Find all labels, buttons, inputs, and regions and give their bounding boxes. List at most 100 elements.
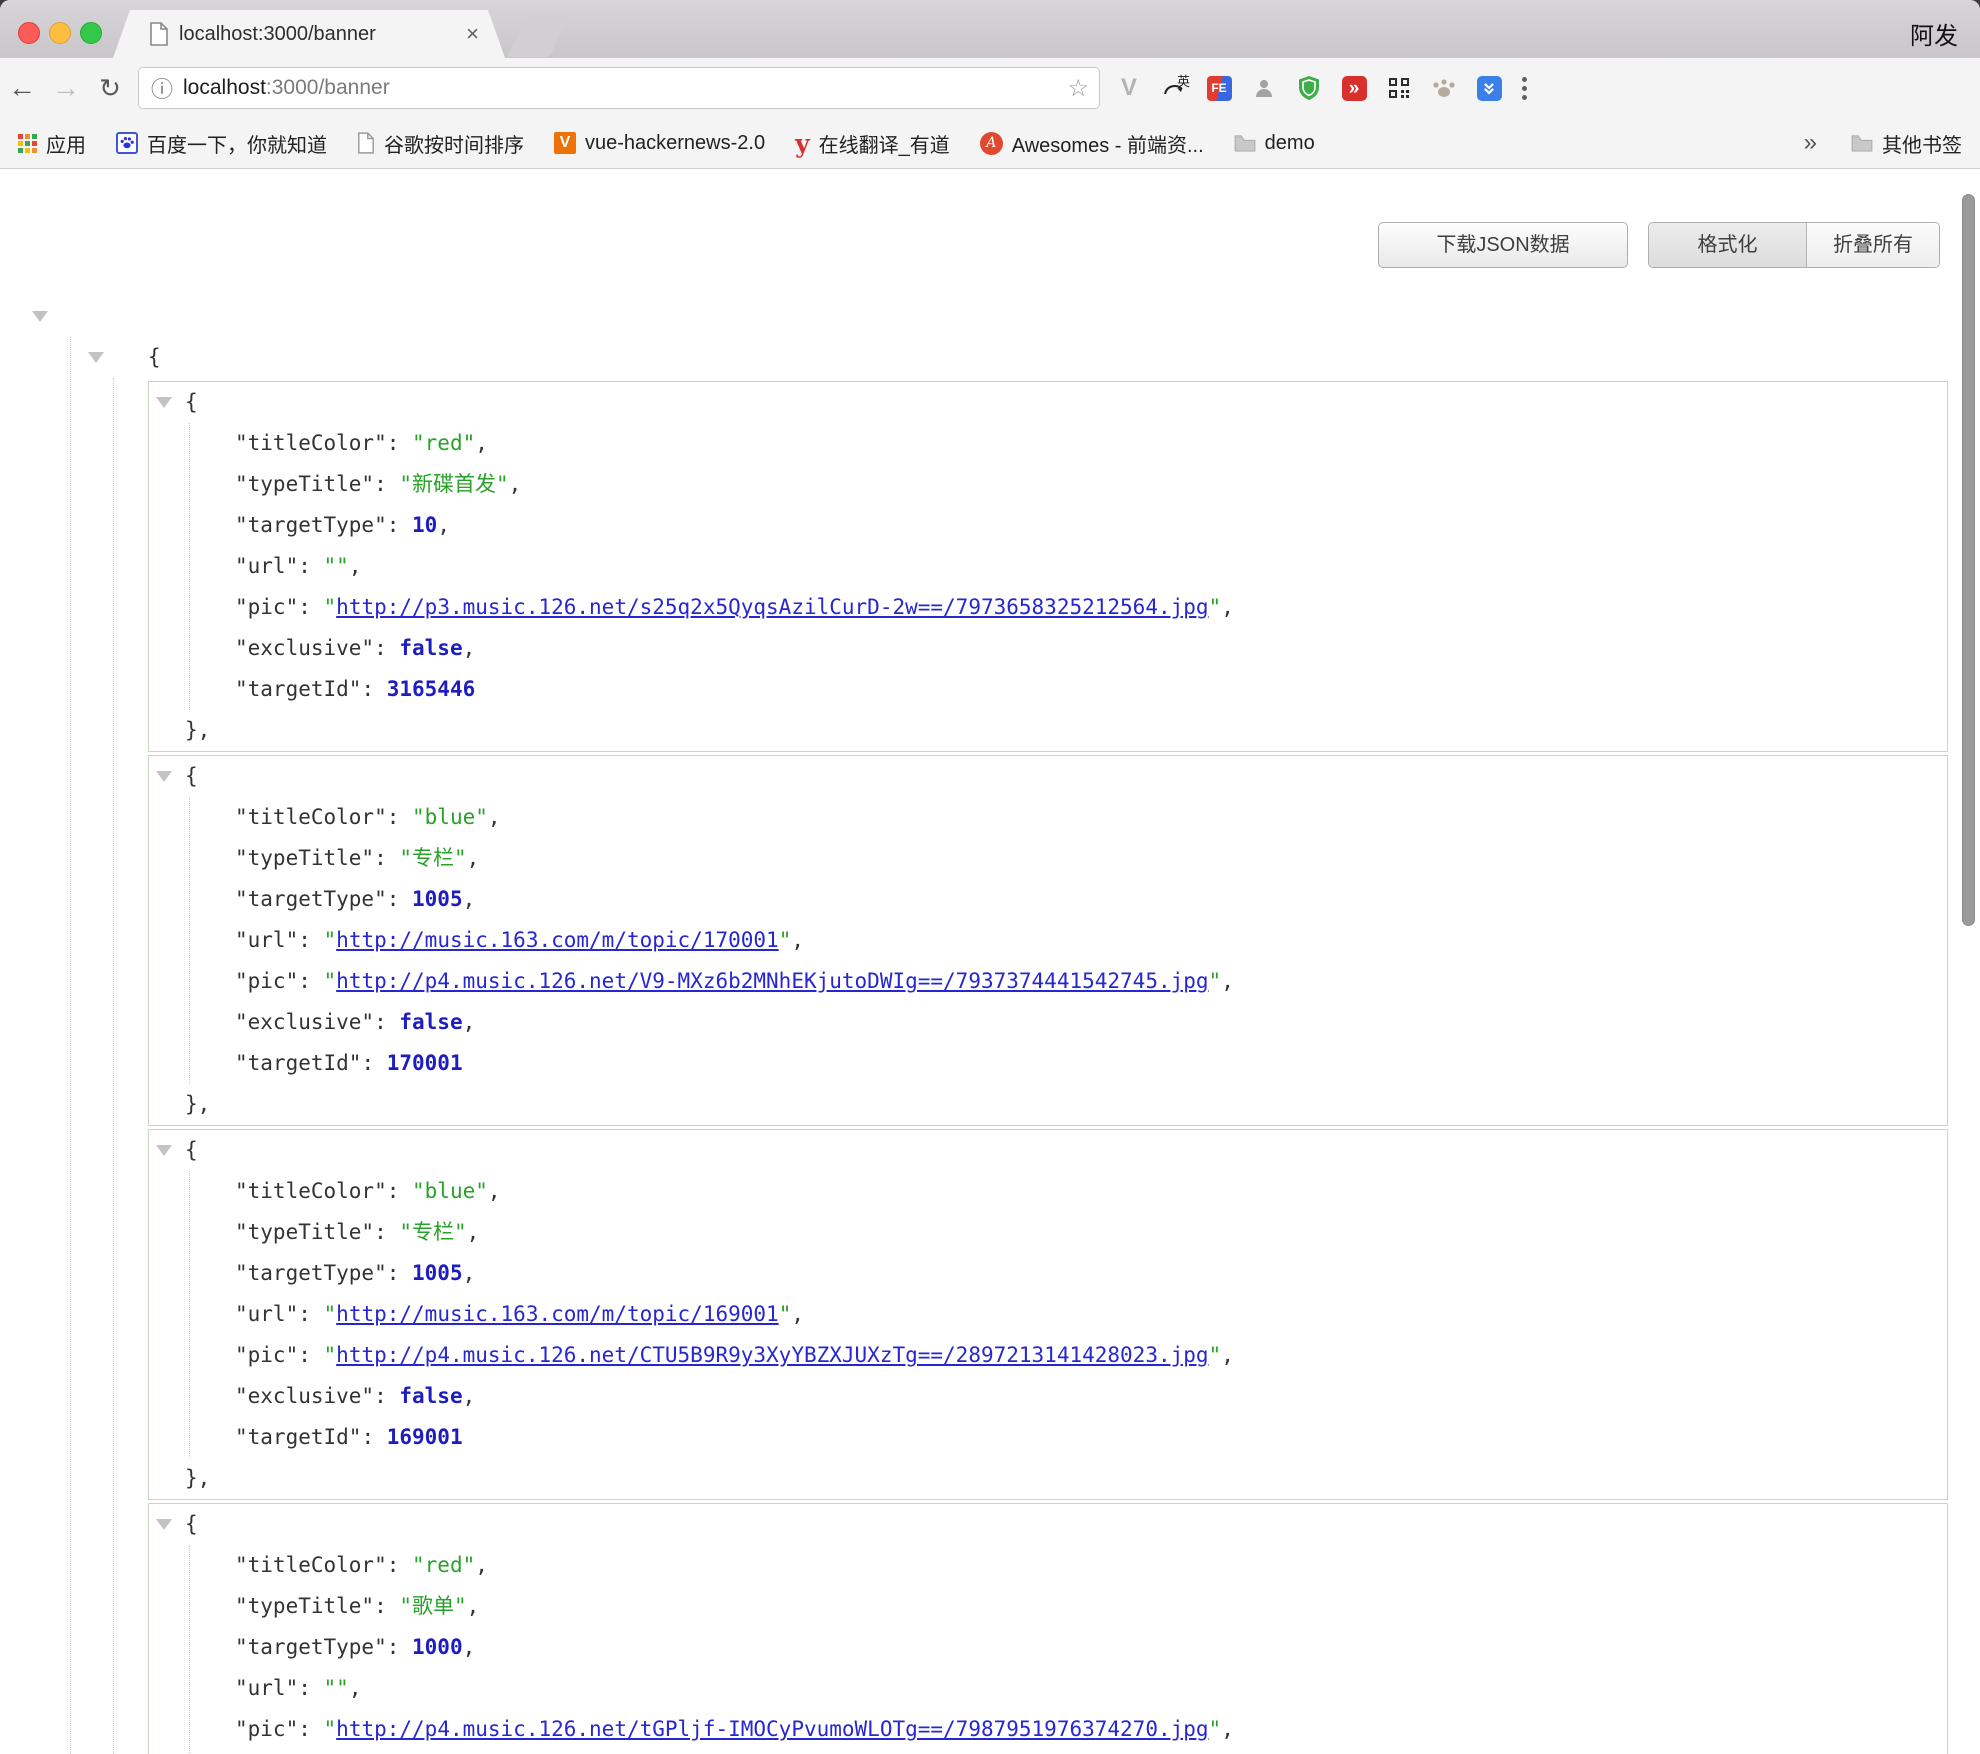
json-field-line: "targetId": 169001 xyxy=(149,1417,1947,1458)
collapse-arrow-icon[interactable] xyxy=(156,771,172,782)
json-colon: : xyxy=(387,1635,412,1659)
json-comma: , xyxy=(791,928,804,952)
bookmark-demo-folder[interactable]: demo xyxy=(1234,132,1315,155)
json-key: "exclusive" xyxy=(235,1384,374,1408)
bookmark-label: demo xyxy=(1265,132,1315,155)
json-quote: " xyxy=(324,1343,337,1367)
banner-object-box: {"titleColor": "blue","typeTitle": "专栏",… xyxy=(148,1129,1948,1500)
browser-tab[interactable]: localhost:3000/banner × xyxy=(113,10,505,58)
indent-guide xyxy=(70,337,71,1754)
browser-window: localhost:3000/banner × 阿发 ← → ↻ ⓘ local… xyxy=(0,0,1980,1754)
json-string-value: "歌单" xyxy=(399,1594,466,1618)
json-comma: , xyxy=(463,1010,476,1034)
collapse-arrow-icon[interactable] xyxy=(156,1145,172,1156)
json-field-line: "targetId": 3165446 xyxy=(149,669,1947,710)
info-icon[interactable]: ⓘ xyxy=(151,72,173,104)
json-string-value: "专栏" xyxy=(399,846,466,870)
paw-extension-icon[interactable] xyxy=(1431,75,1457,101)
json-viewer: { "banners": [ { "titleColor": "red", "typ… xyxy=(0,296,1980,1754)
bookmark-baidu[interactable]: 百度一下，你就知道 xyxy=(116,129,327,158)
json-colon: : xyxy=(387,1261,412,1285)
json-colon: : xyxy=(387,805,412,829)
json-field-line: "url": "http://music.163.com/m/topic/169… xyxy=(149,1294,1947,1335)
json-colon: : xyxy=(374,1220,399,1244)
awesomes-icon: A xyxy=(980,132,1003,155)
json-key: "exclusive" xyxy=(235,636,374,660)
qr-code-icon[interactable] xyxy=(1386,75,1412,101)
bookmark-other-folder[interactable]: 其他书签 xyxy=(1851,129,1962,158)
fe-extension-icon[interactable]: FE xyxy=(1206,75,1232,101)
forward-button[interactable]: → xyxy=(44,72,88,104)
collapse-all-button[interactable]: 折叠所有 xyxy=(1807,223,1939,267)
scrollbar-thumb[interactable] xyxy=(1962,194,1975,926)
bookmarks-overflow-chevron[interactable]: » xyxy=(1804,129,1817,157)
json-close-brace: }, xyxy=(185,1466,210,1490)
format-button[interactable]: 格式化 xyxy=(1649,223,1807,267)
vue-icon: V xyxy=(554,132,576,154)
json-literal-value: 170001 xyxy=(387,1051,463,1075)
json-field-line: "titleColor": "blue", xyxy=(149,797,1947,838)
bookmark-google-sort[interactable]: 谷歌按时间排序 xyxy=(357,129,524,158)
banners-array: { "titleColor": "red", "typeTitle": "新碟首发"… xyxy=(0,381,1980,1754)
blue-chevrons-extension-icon[interactable] xyxy=(1476,75,1502,101)
json-field-line: "typeTitle": "专栏", xyxy=(149,1212,1947,1253)
json-key: "titleColor" xyxy=(235,1179,387,1203)
json-quote: " xyxy=(324,1717,337,1741)
minimize-window-button[interactable] xyxy=(49,22,71,44)
json-colon: : xyxy=(298,1343,323,1367)
reload-button[interactable]: ↻ xyxy=(88,73,132,104)
json-field-line: "titleColor": "red", xyxy=(149,423,1947,464)
address-bar[interactable]: ⓘ localhost:3000/banner ☆ xyxy=(138,67,1100,109)
bookmark-awesomes[interactable]: A Awesomes - 前端资... xyxy=(980,129,1204,158)
person-extension-icon[interactable] xyxy=(1251,75,1277,101)
json-link-value[interactable]: http://music.163.com/m/topic/169001 xyxy=(336,1302,779,1326)
new-tab-button[interactable] xyxy=(507,13,570,57)
back-button[interactable]: ← xyxy=(0,72,44,104)
json-colon: : xyxy=(387,1553,412,1577)
json-link-value[interactable]: http://p3.music.126.net/s25q2x5QyqsAzilC… xyxy=(336,595,1208,619)
bookmark-vue-hackernews[interactable]: V vue-hackernews-2.0 xyxy=(554,132,765,155)
json-comma: , xyxy=(349,1676,362,1700)
json-colon: : xyxy=(361,1051,386,1075)
json-quote: " xyxy=(1209,595,1222,619)
download-json-button[interactable]: 下载JSON数据 xyxy=(1378,222,1628,268)
bookmark-label: 应用 xyxy=(46,129,86,158)
bookmark-star-icon[interactable]: ☆ xyxy=(1067,74,1089,103)
vue-devtools-icon[interactable]: V xyxy=(1116,75,1142,101)
json-link-value[interactable]: http://p4.music.126.net/V9-MXz6b2MNhEKju… xyxy=(336,969,1208,993)
close-window-button[interactable] xyxy=(18,22,40,44)
json-field-line: "exclusive": false, xyxy=(149,628,1947,669)
fullscreen-window-button[interactable] xyxy=(80,22,102,44)
json-comma: , xyxy=(463,887,476,911)
bookmark-label: 百度一下，你就知道 xyxy=(147,129,327,158)
json-colon: : xyxy=(387,1179,412,1203)
collapse-arrow-icon[interactable] xyxy=(156,397,172,408)
collapse-arrow-icon[interactable] xyxy=(156,1519,172,1530)
close-tab-icon[interactable]: × xyxy=(466,21,479,47)
json-comma: , xyxy=(1221,1343,1234,1367)
json-key: "typeTitle" xyxy=(235,472,374,496)
shield-extension-icon[interactable] xyxy=(1296,75,1322,101)
collapse-arrow-icon[interactable] xyxy=(88,352,104,363)
json-field-line: "targetType": 1005, xyxy=(149,1253,1947,1294)
json-object-open-line: { xyxy=(149,756,1947,797)
json-comma: , xyxy=(437,513,450,537)
json-field-line: "pic": "http://p3.music.126.net/s25q2x5Q… xyxy=(149,587,1947,628)
bookmark-apps[interactable]: 应用 xyxy=(18,129,86,158)
json-banners-line: "banners": [ xyxy=(0,337,1980,378)
json-link-value[interactable]: http://p4.music.126.net/CTU5B9R9y3XyYBZX… xyxy=(336,1343,1208,1367)
json-link-value[interactable]: http://music.163.com/m/topic/170001 xyxy=(336,928,779,952)
indent-guide xyxy=(113,378,114,1754)
json-comma: , xyxy=(509,472,522,496)
json-colon: : xyxy=(374,846,399,870)
json-open-brace: { xyxy=(185,1138,198,1162)
translate-extension-icon[interactable]: 英 xyxy=(1161,75,1187,101)
bookmark-youdao[interactable]: y 在线翻译_有道 xyxy=(795,129,950,158)
video-downloader-icon[interactable]: » xyxy=(1341,75,1367,101)
browser-menu-button[interactable] xyxy=(1522,77,1527,100)
json-link-value[interactable]: http://p4.music.126.net/tGPljf-IMOCyPvum… xyxy=(336,1717,1208,1741)
json-string-value: "新碟首发" xyxy=(399,472,508,496)
json-key: "targetId" xyxy=(235,1425,361,1449)
collapse-arrow-icon[interactable] xyxy=(32,311,48,322)
json-comma: , xyxy=(463,1261,476,1285)
